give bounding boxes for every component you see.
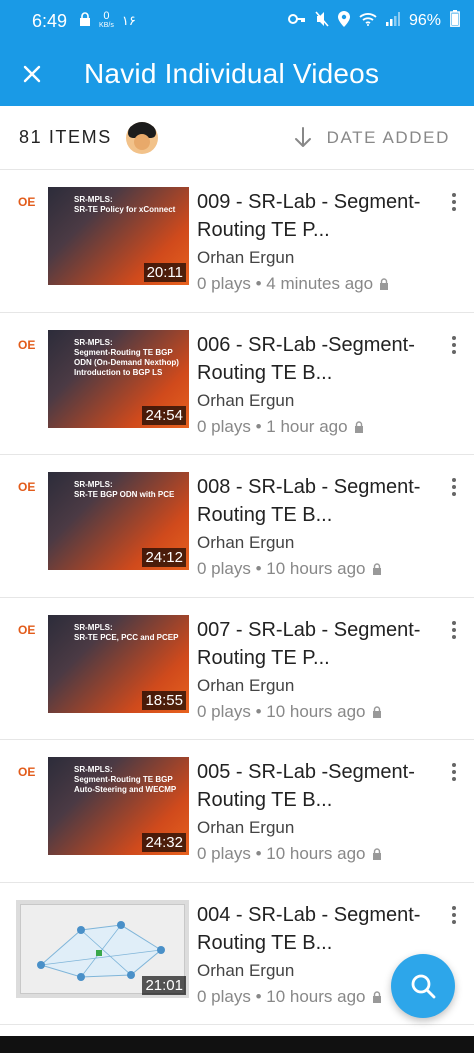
net-speed-value: 0 [103,10,110,22]
thumbnail-text: SR-MPLS: SR-TE BGP ODN with PCE [74,480,175,499]
video-channel: Orhan Ergun [197,818,295,837]
video-meta: 0 plays • 4 minutes ago [197,274,389,294]
video-thumbnail[interactable]: OE SR-MPLS: Segment-Routing TE BGP Auto-… [16,757,189,855]
orhan-ergun-logo: OE [18,337,36,352]
video-duration: 24:12 [142,548,186,567]
video-meta-text: 0 plays • 1 hour ago [197,416,348,436]
net-speed: 0 KB/s [99,10,114,30]
video-item[interactable]: OE SR-MPLS: Segment-Routing TE BGP Auto-… [0,740,474,883]
thumbnail-text: SR-MPLS: Segment-Routing TE BGP ODN (On-… [74,337,179,377]
video-duration: 24:54 [142,405,186,425]
video-meta: 0 plays • 10 hours ago [197,702,382,722]
more-options-icon[interactable] [446,760,462,784]
signal-icon [385,11,400,31]
video-meta-text: 0 plays • 10 hours ago [197,701,366,721]
close-button[interactable] [0,42,64,106]
more-options-icon[interactable] [446,333,462,357]
video-title[interactable]: 008 - SR-Lab - Segment-Routing TE B... [197,473,429,529]
video-thumbnail[interactable]: OE SR-MPLS: Segment-Routing TE BGP ODN (… [16,329,189,428]
battery-icon [450,10,460,32]
video-list: OE SR-MPLS: SR-TE Policy for xConnect 20… [0,170,474,1025]
status-right-icons: 96% [287,10,460,32]
video-thumbnail[interactable]: 21:01 [16,899,189,998]
orhan-ergun-logo: OE [18,480,36,494]
wifi-icon [359,12,377,31]
thumbnail-text: SR-MPLS: Segment-Routing TE BGP Auto-Ste… [74,765,177,794]
more-options-icon[interactable] [446,190,462,214]
app-bar: Navid Individual Videos [0,42,474,106]
video-meta-text: 0 plays • 4 minutes ago [197,274,374,293]
page-title: Navid Individual Videos [84,58,380,89]
lock-icon [372,990,381,1003]
system-nav-bar [0,1036,474,1053]
video-thumbnail[interactable]: OE SR-MPLS: SR-TE BGP ODN with PCE 24:12 [16,472,189,570]
thumbnail-text: SR-MPLS: SR-TE Policy for xConnect [74,195,176,214]
video-title[interactable]: 009 - SR-Lab - Segment-Routing TE P... [197,188,429,244]
status-bar: 6:49 0 KB/s ۱۶ 96% [0,0,474,42]
lock-icon [372,705,381,718]
net-speed-unit: KB/s [99,22,114,29]
video-item[interactable]: OE SR-MPLS: SR-TE BGP ODN with PCE 24:12… [0,455,474,598]
more-options-icon[interactable] [446,903,462,927]
more-options-icon[interactable] [446,618,462,642]
arrow-down-icon [294,126,311,147]
item-count: 81 ITEMS [19,127,112,147]
search-icon [411,974,436,999]
video-duration: 18:55 [142,690,186,710]
status-left-icons: 0 KB/s ۱۶ [79,10,136,30]
video-thumbnail[interactable]: OE SR-MPLS: SR-TE PCE, PCC and PCEP 18:5… [16,614,189,713]
sort-label: DATE ADDED [326,127,450,147]
lock-icon [372,563,381,575]
video-meta-text: 0 plays • 10 hours ago [197,844,366,863]
video-channel: Orhan Ergun [197,960,295,980]
video-title[interactable]: 007 - SR-Lab - Segment-Routing TE P... [197,616,429,672]
location-icon [337,10,350,32]
more-options-icon[interactable] [446,475,462,499]
video-title[interactable]: 005 - SR-Lab -Segment-Routing TE B... [197,758,429,814]
video-channel: Orhan Ergun [197,533,295,552]
video-meta: 0 plays • 1 hour ago [197,417,364,437]
video-item[interactable]: OE SR-MPLS: SR-TE Policy for xConnect 20… [0,170,474,313]
video-title[interactable]: 004 - SR-Lab - Segment-Routing TE B... [197,901,429,957]
status-time: 6:49 [32,10,68,31]
sort-button[interactable]: DATE ADDED [293,126,450,149]
video-meta-text: 0 plays • 10 hours ago [197,559,366,578]
close-icon [23,65,41,83]
video-meta: 0 plays • 10 hours ago [197,987,382,1007]
key-icon [287,12,306,30]
lock-icon [79,12,91,30]
video-duration: 24:32 [142,833,186,852]
battery-level: 96% [408,12,441,29]
video-meta-text: 0 plays • 10 hours ago [197,986,366,1006]
video-channel: Orhan Ergun [197,390,295,410]
video-meta: 0 plays • 10 hours ago [197,559,382,579]
avatar[interactable] [125,121,158,154]
video-channel: Orhan Ergun [197,675,295,695]
status-extra-text: ۱۶ [121,13,136,28]
video-meta: 0 plays • 10 hours ago [197,844,382,864]
lock-icon [354,420,363,433]
video-duration: 20:11 [143,263,186,282]
orhan-ergun-logo: OE [18,765,36,779]
search-button[interactable] [391,954,455,1018]
video-item[interactable]: OE SR-MPLS: SR-TE PCE, PCC and PCEP 18:5… [0,598,474,740]
lock-icon [372,848,381,860]
list-header: 81 ITEMS DATE ADDED [0,106,474,170]
lock-icon [380,278,389,290]
video-thumbnail[interactable]: OE SR-MPLS: SR-TE Policy for xConnect 20… [16,187,189,285]
video-title[interactable]: 006 - SR-Lab -Segment-Routing TE B... [197,331,429,387]
mute-icon [315,10,329,32]
orhan-ergun-logo: OE [18,622,36,637]
orhan-ergun-logo: OE [18,195,36,209]
video-item[interactable]: OE SR-MPLS: Segment-Routing TE BGP ODN (… [0,313,474,455]
video-duration: 21:01 [142,975,186,995]
thumbnail-text: SR-MPLS: SR-TE PCE, PCC and PCEP [74,622,179,642]
video-channel: Orhan Ergun [197,248,295,267]
